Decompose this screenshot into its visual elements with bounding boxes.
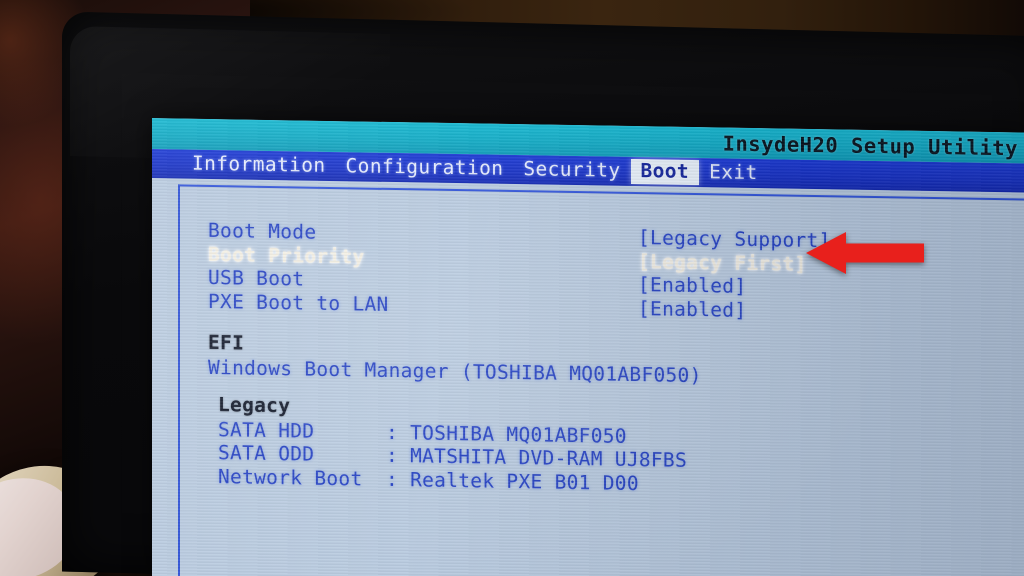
- tab-boot[interactable]: Boot: [630, 159, 700, 185]
- tab-exit[interactable]: Exit: [699, 160, 768, 186]
- setting-value-boot-mode[interactable]: [Legacy Support]: [638, 226, 831, 252]
- legacy-key-sata-odd: SATA ODD: [218, 441, 315, 466]
- tab-configuration[interactable]: Configuration: [336, 154, 514, 181]
- setting-value-pxe-boot-to-lan[interactable]: [Enabled]: [638, 297, 746, 322]
- laptop-screen-photo: InsydeH20 Setup Utility Information Conf…: [0, 0, 1024, 576]
- red-left-arrow-icon: [806, 232, 924, 274]
- bios-title: InsydeH20 Setup Utility: [722, 130, 1018, 160]
- lcd-panel: InsydeH20 Setup Utility Information Conf…: [152, 118, 1024, 576]
- legacy-sep-sata-odd: :: [386, 443, 399, 468]
- legacy-sep-network-boot: :: [386, 467, 399, 491]
- setting-value-boot-priority[interactable]: [Legacy First]: [638, 250, 807, 276]
- tab-information[interactable]: Information: [182, 152, 336, 179]
- setting-value-usb-boot[interactable]: [Enabled]: [638, 273, 746, 298]
- bios-screen: InsydeH20 Setup Utility Information Conf…: [152, 118, 1024, 576]
- legacy-key-network-boot: Network Boot: [218, 464, 363, 490]
- legacy-key-sata-hdd: SATA HDD: [218, 417, 315, 443]
- legacy-value-network-boot: Realtek PXE B01 D00: [410, 467, 639, 495]
- legacy-sep-sata-hdd: :: [386, 420, 399, 444]
- legacy-value-sata-hdd: TOSHIBA MQ01ABF050: [410, 420, 627, 448]
- tab-security[interactable]: Security: [513, 157, 630, 183]
